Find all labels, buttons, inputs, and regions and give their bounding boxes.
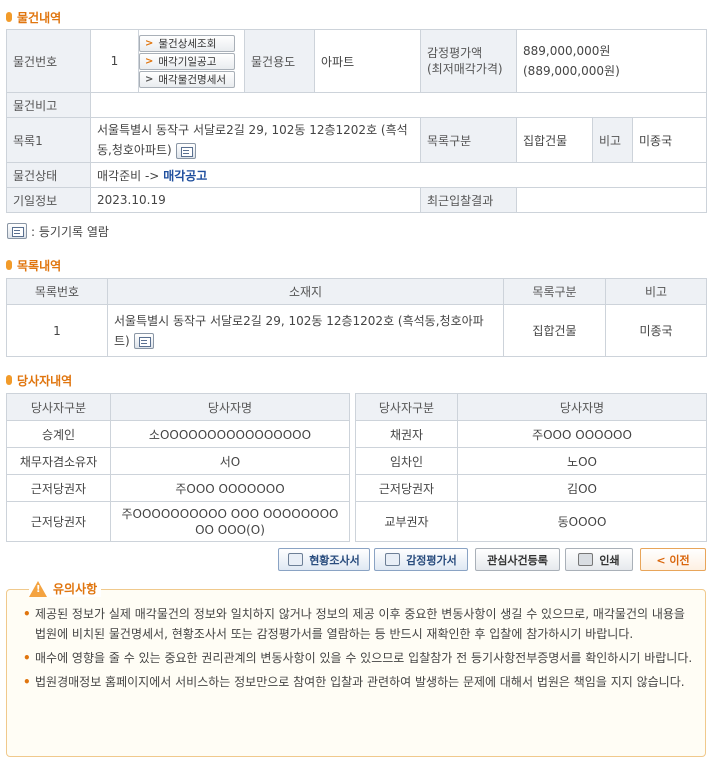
- list-type: 집합건물: [503, 304, 606, 357]
- party-type: 채무자겸소유자: [6, 447, 111, 475]
- party-name: 주OOO OOOOOOO: [110, 474, 350, 502]
- value-list1: 서울특별시 동작구 서달로2길 29, 102동 12층1202호 (흑석동,청…: [97, 123, 408, 157]
- column-header: 비고: [605, 278, 707, 305]
- label-note: 비고: [592, 117, 633, 163]
- label-recent-result: 최근입찰결과: [420, 187, 517, 213]
- label-list1: 목록1: [6, 117, 91, 163]
- printer-icon: [578, 553, 594, 566]
- property-table: 물건번호 1 > 물건상세조회 > 매각기일공고 > 매각물건명세서 물건용도 아파트…: [6, 29, 708, 213]
- value-status-prev: 매각준비 ->: [97, 168, 164, 183]
- arrow-right-icon: >: [145, 55, 154, 67]
- label-number: 물건번호: [6, 29, 91, 93]
- party-name: 동OOOO: [457, 501, 707, 542]
- list-table: 목록번호 소재지 목록구분 비고 1 서울특별시 동작구 서달로2길 29, 1…: [6, 278, 707, 357]
- arrow-right-icon: >: [145, 37, 154, 49]
- prev-button[interactable]: < 이전: [640, 548, 706, 571]
- column-header: 당사자명: [110, 393, 350, 421]
- appraisal-report-button[interactable]: 감정평가서: [374, 548, 468, 571]
- table-row: 채무자겸소유자 서O 임차인 노OO: [6, 447, 707, 475]
- bullet-icon: [6, 12, 12, 22]
- column-header: 소재지: [107, 278, 504, 305]
- edit-document-icon: [385, 553, 401, 566]
- value-recent-result: [515, 187, 708, 213]
- registry-legend: : 등기기록 열람: [7, 222, 109, 240]
- list-note: 미종국: [605, 304, 707, 357]
- sale-statement-button[interactable]: > 매각물건명세서: [139, 70, 235, 88]
- warning-icon: !: [29, 580, 47, 597]
- value-min-price: (889,000,000원): [523, 64, 620, 78]
- list-no: 1: [6, 304, 108, 357]
- value-number: 1: [90, 29, 139, 93]
- sale-notice-button[interactable]: > 매각기일공고: [139, 52, 235, 70]
- party-name: 주OOOOOOOOOO OOO OOOOOOOOOO OOO(O): [110, 501, 350, 542]
- document-icon: [288, 553, 304, 566]
- table-row: 1 서울특별시 동작구 서달로2길 29, 102동 12층1202호 (흑석동…: [6, 304, 707, 357]
- value-usage: 아파트: [314, 29, 421, 93]
- column-header: 당사자명: [457, 393, 707, 421]
- bullet-icon: [6, 375, 12, 385]
- print-button[interactable]: 인쇄: [565, 548, 633, 571]
- value-list-type: 집합건물: [516, 117, 593, 163]
- party-name: 소OOOOOOOOOOOOOOOO: [110, 420, 350, 448]
- label-appraisal: 감정평가액 (최저매각가격): [420, 29, 517, 93]
- party-name: 김OO: [457, 474, 707, 502]
- notice-item: 법원경매정보 홈페이지에서 서비스하는 정보만으로 참여한 입찰과 관련하여 발…: [23, 672, 693, 692]
- party-type: 승계인: [6, 420, 111, 448]
- party-type: 교부권자: [355, 501, 458, 542]
- column-header: 목록번호: [6, 278, 108, 305]
- party-type: 근저당권자: [6, 501, 111, 542]
- table-row: 근저당권자 주OOOOOOOOOO OOO OOOOOOOOOO OOO(O) …: [6, 501, 707, 542]
- detail-button[interactable]: > 물건상세조회: [139, 34, 235, 52]
- label-usage: 물건용도: [244, 29, 315, 93]
- party-name: 서O: [110, 447, 350, 475]
- notice-item: 제공된 정보가 실제 매각물건의 정보와 일치하지 않거나 정보의 제공 이후 …: [23, 604, 693, 644]
- survey-report-button[interactable]: 현황조사서: [278, 548, 370, 571]
- arrow-right-icon: >: [145, 73, 154, 85]
- label-list-type: 목록구분: [420, 117, 517, 163]
- party-name: 노OO: [457, 447, 707, 475]
- value-schedule: 2023.10.19: [90, 187, 421, 213]
- party-type: 임차인: [355, 447, 458, 475]
- column-header: 목록구분: [503, 278, 606, 305]
- value-remark: [89, 92, 708, 118]
- party-table: 당사자구분 당사자명 당사자구분 당사자명 승계인 소OOOOOOOOOOOOO…: [6, 393, 707, 542]
- bullet-icon: [6, 260, 12, 270]
- section-title-property: 물건내역: [6, 9, 61, 25]
- column-header: 당사자구분: [355, 393, 458, 421]
- party-type: 근저당권자: [6, 474, 111, 502]
- add-interest-button[interactable]: 관심사건등록: [475, 548, 560, 571]
- notice-item: 매수에 영향을 줄 수 있는 중요한 권리관계의 변동사항이 있을 수 있으므로…: [23, 648, 693, 668]
- party-name: 주OOO OOOOOO: [457, 420, 707, 448]
- table-row: 승계인 소OOOOOOOOOOOOOOOO 채권자 주OOO OOOOOO: [6, 420, 707, 448]
- party-type: 채권자: [355, 420, 458, 448]
- registry-view-icon[interactable]: [133, 333, 154, 349]
- label-remark: 물건비고: [6, 92, 91, 118]
- value-appraisal: 889,000,000원: [523, 44, 611, 58]
- value-note: 미종국: [631, 117, 708, 163]
- label-status: 물건상태: [6, 162, 91, 188]
- value-status-current: 매각공고: [163, 168, 208, 183]
- registry-view-icon: [7, 223, 27, 239]
- notice-list: 제공된 정보가 실제 매각물건의 정보와 일치하지 않거나 정보의 제공 이후 …: [23, 604, 693, 692]
- party-type: 근저당권자: [355, 474, 458, 502]
- notice-title: ! 유의사항: [29, 580, 102, 597]
- notice-box: ! 유의사항 제공된 정보가 실제 매각물건의 정보와 일치하지 않거나 정보의…: [6, 580, 706, 757]
- table-row: 근저당권자 주OOO OOOOOOO 근저당권자 김OO: [6, 474, 707, 502]
- label-schedule: 기일정보: [6, 187, 91, 213]
- column-header: 당사자구분: [6, 393, 111, 421]
- section-title-parties: 당사자내역: [6, 372, 72, 388]
- section-title-list: 목록내역: [6, 257, 61, 273]
- registry-view-icon[interactable]: [175, 142, 196, 159]
- list-address: 서울특별시 동작구 서달로2길 29, 102동 12층1202호 (흑석동,청…: [114, 313, 484, 348]
